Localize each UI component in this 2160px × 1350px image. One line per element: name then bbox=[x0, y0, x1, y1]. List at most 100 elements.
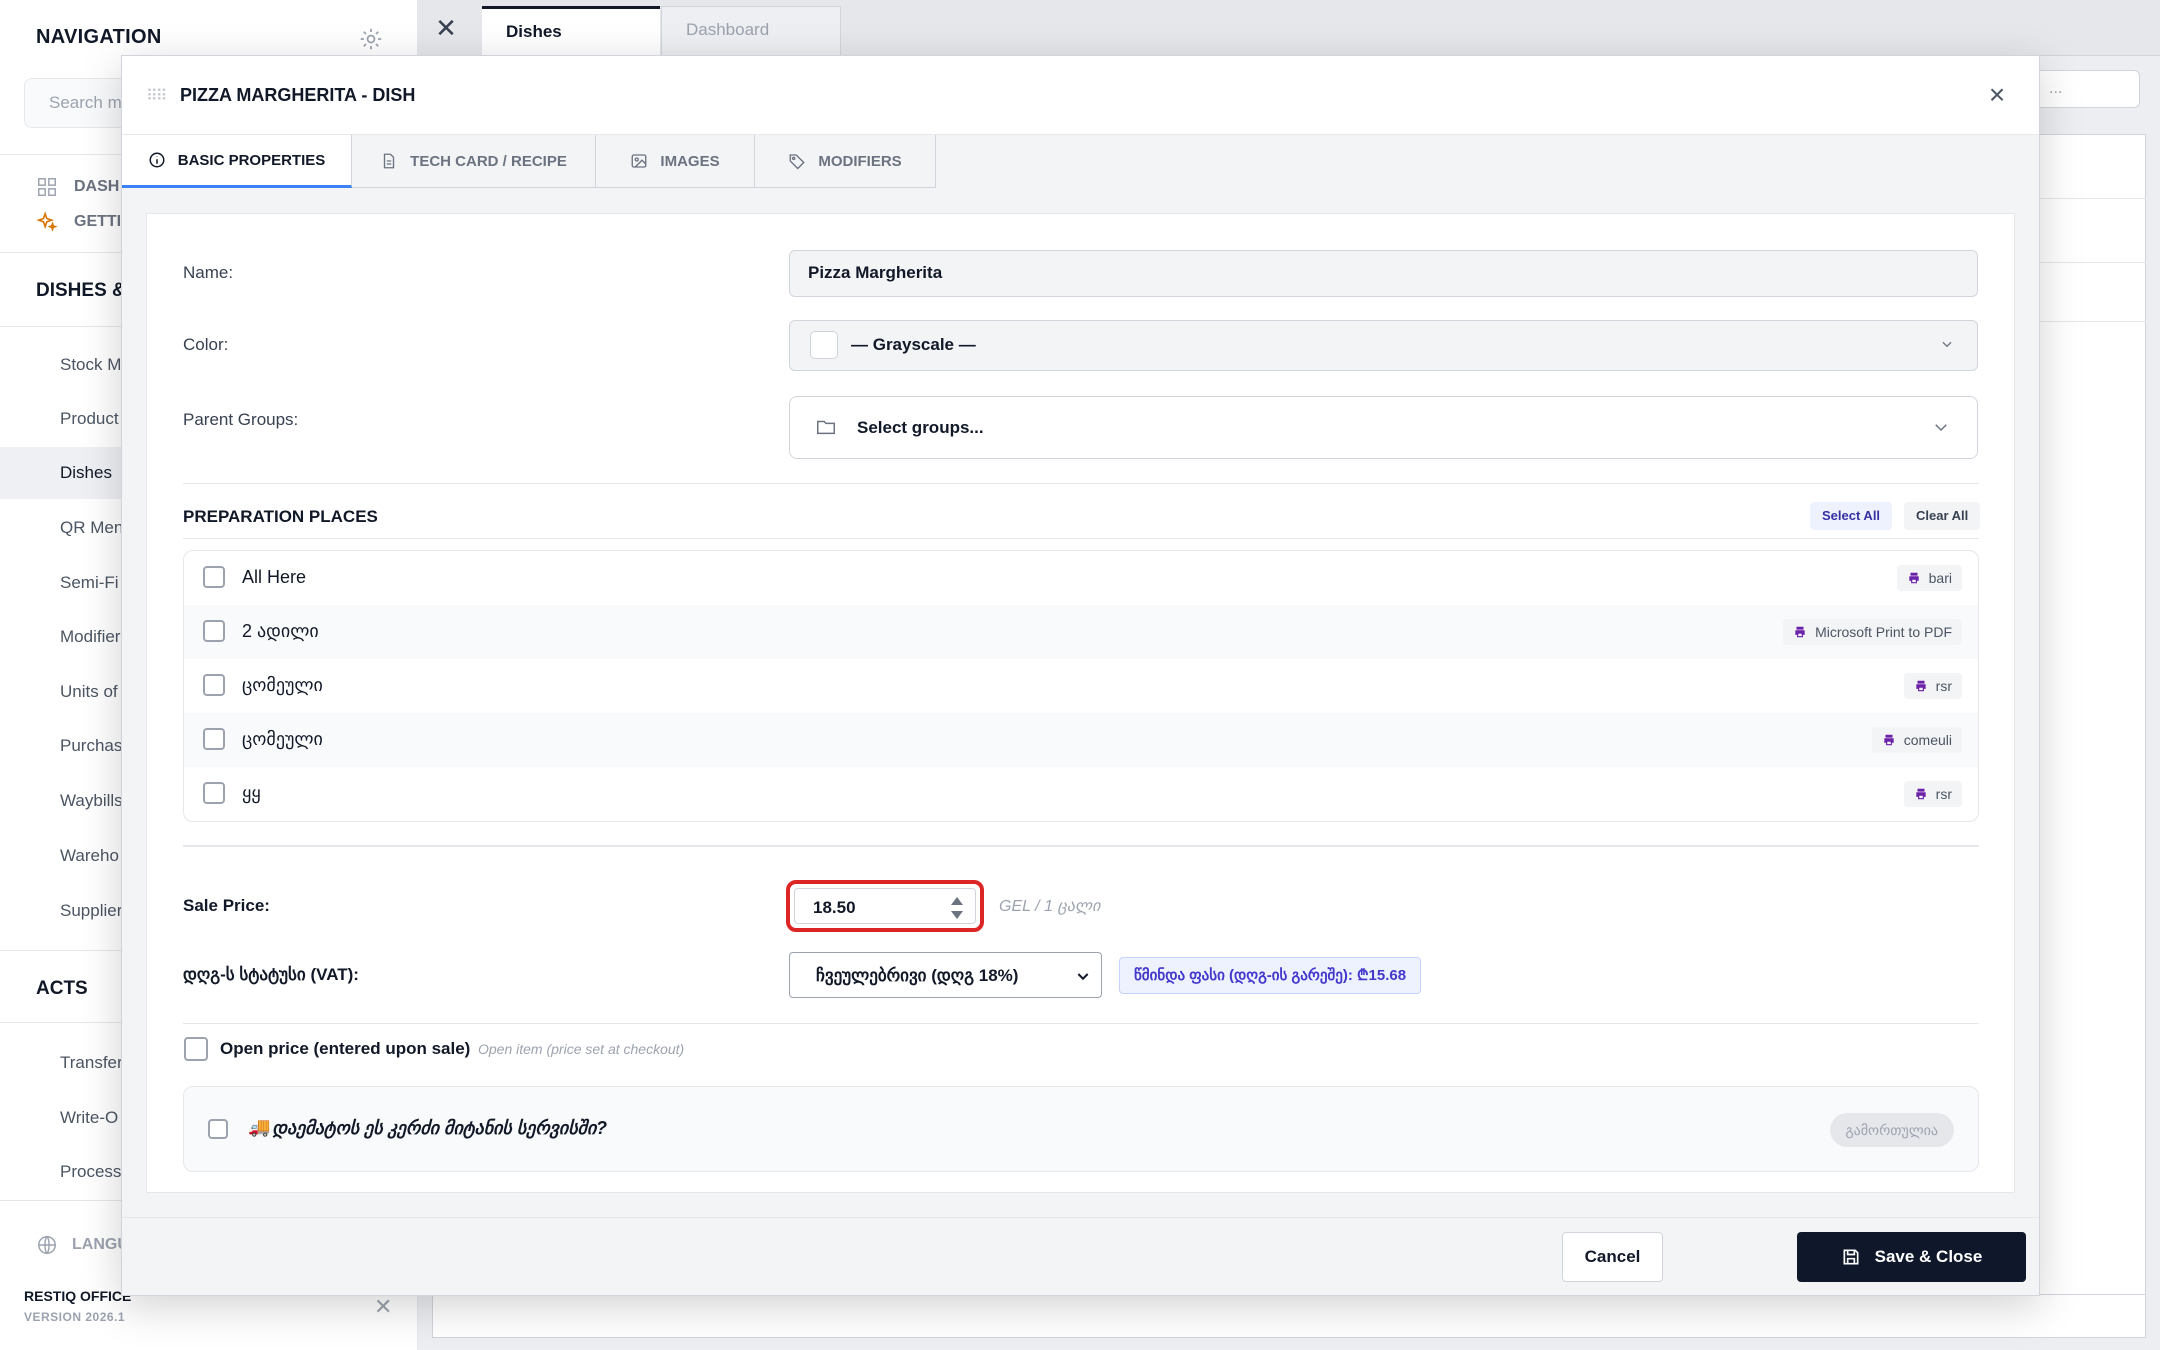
printer-badge: bari bbox=[1896, 565, 1962, 591]
background-footer bbox=[432, 1294, 2146, 1338]
vat-select[interactable]: ჩვეულებრივი (დღგ 18%) bbox=[789, 952, 1102, 998]
tab-dashboard[interactable]: Dashboard bbox=[661, 6, 841, 56]
printer-icon bbox=[1916, 788, 1926, 800]
parent-groups-placeholder: Select groups... bbox=[857, 418, 984, 437]
color-swatch bbox=[810, 331, 838, 359]
color-select-value: — Grayscale — bbox=[851, 335, 976, 354]
tab-images[interactable]: IMAGES bbox=[596, 135, 755, 188]
language-selector[interactable]: LANGU bbox=[36, 1234, 129, 1256]
checkbox[interactable] bbox=[203, 674, 225, 696]
sale-price-value: 18.50 bbox=[813, 898, 856, 917]
list-item[interactable]: ცომეული rsr bbox=[184, 659, 1978, 713]
tag-icon bbox=[789, 154, 806, 170]
printer-icon bbox=[1916, 680, 1926, 692]
nav-item-getting-started[interactable]: GETTI bbox=[36, 211, 121, 233]
checkbox[interactable] bbox=[203, 728, 225, 750]
list-item[interactable]: All Here bari bbox=[184, 551, 1978, 605]
list-item[interactable]: ყყ rsr bbox=[184, 767, 1978, 821]
delivery-question: დაემატოს ეს კერძი მიტანის სერვისში? bbox=[272, 1118, 608, 1138]
open-price-hint: Open item (price set at checkout) bbox=[478, 1041, 685, 1057]
background-panel bbox=[2038, 134, 2146, 1334]
name-input[interactable] bbox=[789, 250, 1978, 297]
tab-label: IMAGES bbox=[660, 152, 720, 170]
prep-place-name: ყყ bbox=[242, 783, 261, 803]
list-item[interactable]: 2 ადილი Microsoft Print to PDF bbox=[184, 605, 1978, 659]
grid-icon bbox=[38, 178, 56, 196]
printer-badge: rsr bbox=[1903, 673, 1962, 699]
sale-price-input[interactable]: 18.50 bbox=[794, 888, 976, 924]
sparkle-icon bbox=[36, 211, 58, 232]
printer-icon bbox=[1884, 734, 1894, 746]
tab-basic-properties[interactable]: BASIC PROPERTIES bbox=[122, 135, 352, 188]
open-price-label: Open price (entered upon sale) bbox=[220, 1039, 471, 1058]
nav-section-dishes: DISHES & bbox=[36, 280, 126, 301]
printer-name: Microsoft Print to PDF bbox=[1815, 624, 1952, 640]
tab-tech-card[interactable]: TECH CARD / RECIPE bbox=[352, 135, 596, 188]
name-label: Name: bbox=[183, 263, 234, 282]
sale-price-unit: GEL / 1 ცალი bbox=[999, 898, 1100, 915]
stepper-arrows-icon[interactable] bbox=[949, 895, 965, 921]
color-label: Color: bbox=[183, 335, 229, 354]
checkbox[interactable] bbox=[203, 782, 225, 804]
printer-name: rsr bbox=[1935, 678, 1952, 694]
gear-icon[interactable] bbox=[358, 26, 384, 52]
clear-all-button[interactable]: Clear All bbox=[1904, 502, 1981, 530]
chevron-down-icon bbox=[1935, 424, 1947, 432]
prep-place-name: 2 ადილი bbox=[242, 621, 319, 641]
select-all-button[interactable]: Select All bbox=[1810, 502, 1893, 530]
delivery-service-row: 🚚 დაემატოს ეს კერძი მიტანის სერვისში? გა… bbox=[183, 1086, 1979, 1172]
printer-name: bari bbox=[1928, 570, 1952, 586]
parent-groups-label: Parent Groups: bbox=[183, 410, 299, 429]
list-item[interactable]: ცომეული comeuli bbox=[184, 713, 1978, 767]
modal-title: PIZZA MARGHERITA - DISH bbox=[180, 85, 416, 105]
save-close-label: Save & Close bbox=[1874, 1247, 1983, 1266]
printer-badge: rsr bbox=[1903, 781, 1962, 807]
close-tab-icon[interactable]: ✕ bbox=[430, 12, 462, 44]
checkbox[interactable] bbox=[203, 620, 225, 642]
truck-icon: 🚚 bbox=[248, 1117, 271, 1137]
name-input-value: Pizza Margherita bbox=[808, 263, 943, 282]
version-label: VERSION 2026.1 bbox=[24, 1310, 126, 1324]
divider bbox=[183, 538, 1979, 539]
globe-icon bbox=[38, 1236, 56, 1254]
divider bbox=[2038, 321, 2146, 322]
tab-dishes[interactable]: Dishes bbox=[482, 6, 660, 56]
divider bbox=[183, 483, 1979, 484]
delivery-checkbox[interactable] bbox=[208, 1119, 228, 1139]
brand-name: RESTIQ OFFICE bbox=[24, 1288, 132, 1304]
nav-item-label: DASH bbox=[74, 178, 120, 195]
cancel-button[interactable]: Cancel bbox=[1562, 1232, 1663, 1282]
background-search-input[interactable]: ... bbox=[2030, 70, 2140, 108]
modal-header: ⠿⠿ PIZZA MARGHERITA - DISH × bbox=[122, 56, 2039, 135]
nav-section-acts: ACTS bbox=[36, 978, 88, 999]
tab-label: BASIC PROPERTIES bbox=[177, 151, 326, 169]
printer-name: comeuli bbox=[1903, 732, 1952, 748]
preparation-places-list: All Here bari 2 ადილი Microsoft Print to… bbox=[183, 550, 1979, 822]
image-icon bbox=[631, 154, 647, 168]
net-price-badge: წმინდა ფასი (დღგ-ის გარეშე): ₾15.68 bbox=[1119, 957, 1422, 994]
nav-item-label: GETTI bbox=[74, 213, 122, 230]
divider bbox=[183, 1023, 1979, 1024]
close-icon[interactable]: × bbox=[1980, 78, 2014, 112]
document-icon bbox=[383, 153, 395, 169]
checkbox[interactable] bbox=[203, 566, 225, 588]
save-icon bbox=[1843, 1249, 1859, 1265]
preparation-places-heading: PREPARATION PLACES bbox=[183, 507, 378, 526]
divider bbox=[183, 845, 1979, 847]
printer-badge: Microsoft Print to PDF bbox=[1783, 619, 1962, 645]
drag-handle-icon[interactable]: ⠿⠿ bbox=[146, 86, 167, 106]
save-close-button[interactable]: Save & Close bbox=[1797, 1232, 2026, 1282]
chevron-down-icon bbox=[1077, 973, 1089, 981]
open-price-checkbox[interactable] bbox=[184, 1037, 208, 1061]
modal-footer bbox=[122, 1217, 2039, 1295]
prep-place-name: ცომეული bbox=[242, 729, 323, 749]
prep-place-name: All Here bbox=[242, 567, 307, 587]
sale-price-label: Sale Price: bbox=[183, 896, 270, 915]
printer-badge: comeuli bbox=[1871, 727, 1962, 753]
printer-icon bbox=[1908, 572, 1919, 584]
divider bbox=[2038, 198, 2146, 199]
nav-item-dashboard[interactable]: DASH bbox=[36, 176, 119, 198]
close-icon[interactable]: ✕ bbox=[374, 1294, 392, 1320]
divider bbox=[2038, 262, 2146, 263]
tab-modifiers[interactable]: MODIFIERS bbox=[755, 135, 936, 188]
